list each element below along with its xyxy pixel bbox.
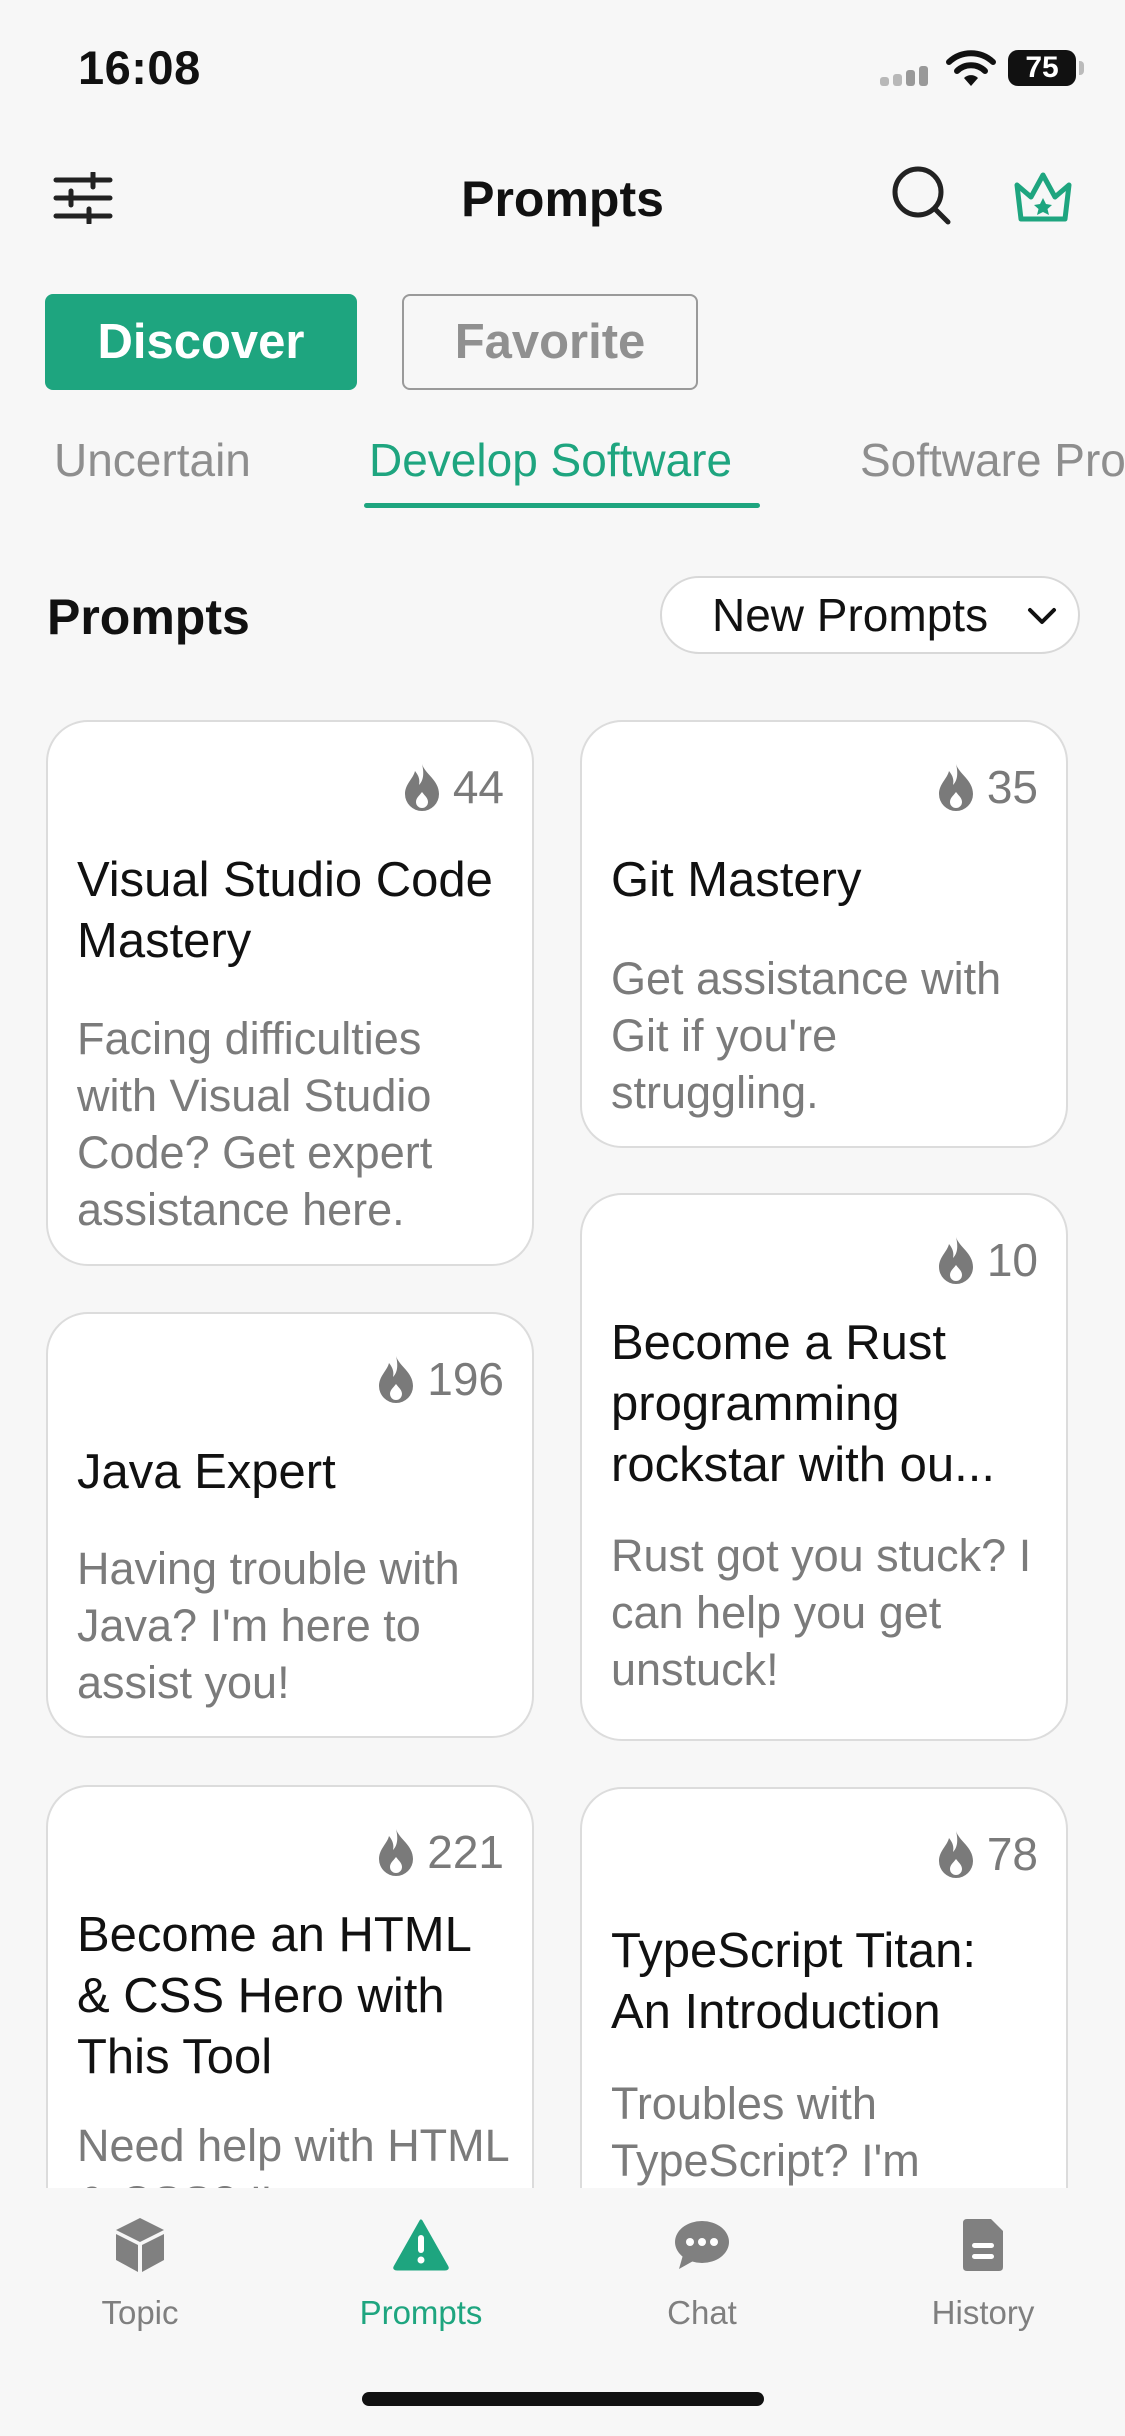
popularity-value: 35	[986, 761, 1038, 813]
page-title: Prompts	[461, 171, 664, 227]
battery-cap	[1079, 61, 1084, 75]
cellular-signal-icon	[880, 64, 935, 86]
category-tab-software-pro[interactable]: Software Pro	[860, 433, 1125, 487]
card-description: Having trouble with Java? I'm here to as…	[77, 1543, 460, 1708]
popularity-value: 78	[986, 1828, 1038, 1880]
card-description: Get assistance with Git if you're strugg…	[611, 953, 1002, 1118]
sort-dropdown[interactable]: New Prompts	[660, 576, 1080, 654]
document-icon	[963, 2219, 1003, 2271]
flame-icon	[379, 1829, 414, 1876]
nav-topic-label: Topic	[101, 2294, 179, 2331]
home-indicator	[362, 2392, 764, 2406]
flame-icon	[938, 764, 973, 811]
sort-label: New Prompts	[712, 589, 989, 641]
section-title: Prompts	[47, 589, 250, 645]
search-icon	[892, 166, 951, 225]
popularity-count: 221	[375, 1825, 504, 1879]
nav-chat-label: Chat	[667, 2294, 737, 2331]
prompt-card[interactable]: 196 Java Expert Having trouble with Java…	[46, 1312, 534, 1738]
popularity-count: 10	[935, 1233, 1038, 1287]
nav-prompts-label: Prompts	[359, 2294, 483, 2331]
discover-tab[interactable]: Discover	[45, 294, 357, 390]
prompt-card[interactable]: 35 Git Mastery Get assistance with Git i…	[580, 720, 1068, 1148]
card-description: Rust got you stuck? I can help you get u…	[611, 1530, 1032, 1695]
popularity-value: 221	[427, 1826, 504, 1878]
active-tab-indicator	[364, 503, 760, 508]
popularity-count: 35	[935, 760, 1038, 814]
card-title: Java Expert	[77, 1445, 336, 1499]
chat-bubble-icon	[675, 2221, 729, 2269]
chevron-down-icon	[1028, 608, 1056, 624]
wifi-icon	[946, 50, 996, 86]
card-title: Become a Rust programming rockstar with …	[611, 1316, 995, 1492]
popularity-count: 78	[935, 1827, 1038, 1881]
popularity-value: 44	[452, 761, 504, 813]
crown-icon	[1014, 172, 1072, 222]
nav-history[interactable]: History	[863, 2210, 1103, 2332]
category-tab-develop-software[interactable]: Develop Software	[369, 433, 732, 487]
category-tab-uncertain[interactable]: Uncertain	[54, 433, 251, 487]
card-description: Facing difficulties with Visual Studio C…	[77, 1013, 433, 1235]
nav-history-label: History	[931, 2294, 1035, 2331]
status-time: 16:08	[78, 41, 201, 94]
flame-icon	[404, 764, 439, 811]
card-title: Become an HTML & CSS Hero with This Tool	[77, 1908, 471, 2084]
flame-icon	[938, 1831, 973, 1878]
nav-prompts[interactable]: Prompts	[301, 2210, 541, 2332]
popularity-value: 196	[427, 1353, 504, 1405]
prompt-card[interactable]: 44 Visual Studio Code Mastery Facing dif…	[46, 720, 534, 1266]
popularity-count: 44	[401, 760, 504, 814]
flame-icon	[379, 1356, 414, 1403]
flame-icon	[938, 1237, 973, 1284]
popularity-count: 196	[375, 1352, 504, 1406]
favorite-tab[interactable]: Favorite	[402, 294, 698, 390]
premium-button[interactable]	[1010, 162, 1076, 232]
prompt-card[interactable]: 10 Become a Rust programming rockstar wi…	[580, 1193, 1068, 1741]
battery-indicator: 75	[1008, 50, 1076, 86]
search-button[interactable]	[888, 160, 954, 230]
nav-topic[interactable]: Topic	[20, 2210, 260, 2332]
nav-chat[interactable]: Chat	[582, 2210, 822, 2332]
card-description: Troubles with TypeScript? I'm	[611, 2078, 920, 2186]
card-title: Visual Studio Code Mastery	[77, 853, 493, 968]
popularity-value: 10	[986, 1234, 1038, 1286]
card-title: TypeScript Titan: An Introduction	[611, 1924, 976, 2039]
cube-icon	[116, 2218, 164, 2272]
warning-icon	[393, 2219, 449, 2271]
screen: 16:08 75 Prompts Discover Favorite Uncer…	[0, 0, 1125, 2436]
card-title: Git Mastery	[611, 853, 862, 907]
